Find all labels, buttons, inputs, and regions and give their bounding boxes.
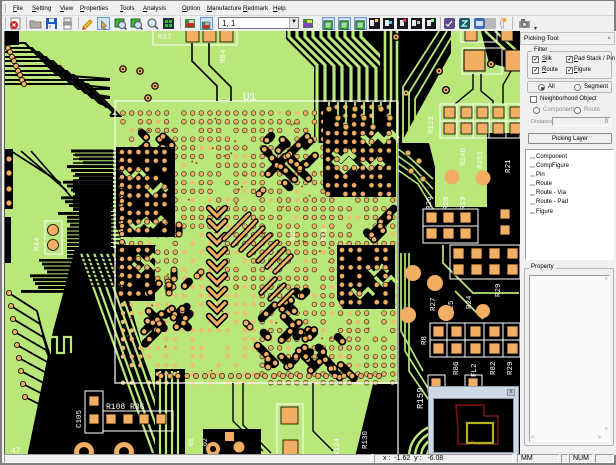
svg-text:R27: R27 — [430, 297, 438, 311]
svg-text:U1: U1 — [243, 92, 257, 104]
svg-text:01: 01 — [188, 438, 195, 446]
svg-text:R25: R25 — [290, 228, 298, 241]
svg-text:R251: R251 — [477, 150, 485, 169]
svg-text:R246: R246 — [460, 147, 468, 166]
svg-text:R82: R82 — [490, 361, 498, 375]
svg-text:R29: R29 — [495, 283, 503, 297]
svg-text:R84: R84 — [220, 49, 228, 63]
svg-text:R21: R21 — [505, 159, 513, 173]
svg-text:02: 02 — [202, 438, 209, 446]
svg-text:R20: R20 — [443, 196, 451, 210]
svg-text:R44: R44 — [34, 237, 42, 251]
svg-text:R159: R159 — [416, 387, 426, 409]
svg-text:R8: R8 — [421, 336, 429, 345]
svg-text:R19: R19 — [460, 196, 468, 210]
svg-text:R24: R24 — [466, 295, 474, 309]
svg-text:R26: R26 — [426, 196, 434, 210]
svg-text:R86: R86 — [453, 361, 461, 375]
svg-text:C105: C105 — [76, 409, 84, 428]
svg-text:R121: R121 — [428, 115, 436, 134]
svg-text:R13: R13 — [321, 228, 329, 241]
svg-text:R130: R130 — [362, 430, 370, 449]
svg-text:R29: R29 — [507, 361, 515, 375]
svg-text:R37: R37 — [158, 34, 172, 42]
